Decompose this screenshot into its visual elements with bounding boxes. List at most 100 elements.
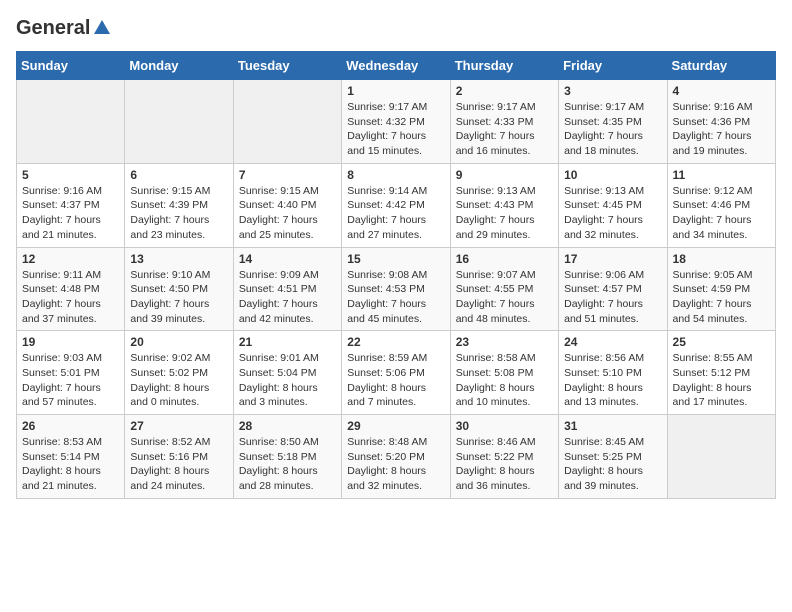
- calendar-cell: 16 Sunrise: 9:07 AM Sunset: 4:55 PM Dayli…: [450, 247, 558, 331]
- weekday-header-tuesday: Tuesday: [233, 52, 341, 80]
- day-number: 25: [673, 335, 770, 349]
- day-info: Sunrise: 9:17 AM Sunset: 4:32 PM Dayligh…: [347, 100, 444, 159]
- day-number: 29: [347, 419, 444, 433]
- day-info: Sunrise: 9:12 AM Sunset: 4:46 PM Dayligh…: [673, 184, 770, 243]
- day-info: Sunrise: 9:03 AM Sunset: 5:01 PM Dayligh…: [22, 351, 119, 410]
- day-info: Sunrise: 9:13 AM Sunset: 4:45 PM Dayligh…: [564, 184, 661, 243]
- calendar-cell: 7Sunrise: 9:15 AM Sunset: 4:40 PM Daylig…: [233, 163, 341, 247]
- calendar-cell: 4 Sunrise: 9:16 AM Sunset: 4:36 PM Daylig…: [667, 80, 775, 164]
- calendar-cell: 11 Sunrise: 9:12 AM Sunset: 4:46 PM Dayli…: [667, 163, 775, 247]
- day-number: 12: [22, 252, 119, 266]
- day-info: Sunrise: 9:01 AM Sunset: 5:04 PM Dayligh…: [239, 351, 336, 410]
- day-info: Sunrise: 9:17 AM Sunset: 4:35 PM Dayligh…: [564, 100, 661, 159]
- day-info: Sunrise: 9:14 AM Sunset: 4:42 PM Dayligh…: [347, 184, 444, 243]
- day-info: Sunrise: 9:05 AM Sunset: 4:59 PM Dayligh…: [673, 268, 770, 327]
- day-info: Sunrise: 8:58 AM Sunset: 5:08 PM Dayligh…: [456, 351, 553, 410]
- calendar-cell: 1 Sunrise: 9:17 AM Sunset: 4:32 PM Daylig…: [342, 80, 450, 164]
- calendar-cell: 14Sunrise: 9:09 AM Sunset: 4:51 PM Dayli…: [233, 247, 341, 331]
- calendar-cell: 22Sunrise: 8:59 AM Sunset: 5:06 PM Dayli…: [342, 331, 450, 415]
- calendar-cell: 29 Sunrise: 8:48 AM Sunset: 5:20 PM Dayli…: [342, 415, 450, 499]
- page-header: General: [16, 16, 776, 41]
- logo-triangle-icon: [93, 18, 111, 41]
- calendar-cell: 13Sunrise: 9:10 AM Sunset: 4:50 PM Dayli…: [125, 247, 233, 331]
- calendar-cell: 19 Sunrise: 9:03 AM Sunset: 5:01 PM Dayli…: [17, 331, 125, 415]
- day-number: 3: [564, 84, 661, 98]
- calendar-cell: 15Sunrise: 9:08 AM Sunset: 4:53 PM Dayli…: [342, 247, 450, 331]
- day-number: 16: [456, 252, 553, 266]
- day-info: Sunrise: 9:06 AM Sunset: 4:57 PM Dayligh…: [564, 268, 661, 327]
- weekday-header-wednesday: Wednesday: [342, 52, 450, 80]
- weekday-header-thursday: Thursday: [450, 52, 558, 80]
- logo-general: General: [16, 17, 90, 40]
- day-number: 2: [456, 84, 553, 98]
- day-number: 14: [239, 252, 336, 266]
- calendar-cell: 25 Sunrise: 8:55 AM Sunset: 5:12 PM Dayli…: [667, 331, 775, 415]
- calendar-table: SundayMondayTuesdayWednesdayThursdayFrid…: [16, 51, 776, 499]
- calendar-header-row: SundayMondayTuesdayWednesdayThursdayFrid…: [17, 52, 776, 80]
- calendar-cell: 18 Sunrise: 9:05 AM Sunset: 4:59 PM Dayli…: [667, 247, 775, 331]
- calendar-cell: 23 Sunrise: 8:58 AM Sunset: 5:08 PM Dayli…: [450, 331, 558, 415]
- day-number: 8: [347, 168, 444, 182]
- day-number: 15: [347, 252, 444, 266]
- calendar-cell: [125, 80, 233, 164]
- logo: General: [16, 16, 111, 41]
- day-info: Sunrise: 9:15 AM Sunset: 4:39 PM Dayligh…: [130, 184, 227, 243]
- day-number: 21: [239, 335, 336, 349]
- day-number: 5: [22, 168, 119, 182]
- calendar-cell: 26 Sunrise: 8:53 AM Sunset: 5:14 PM Dayli…: [17, 415, 125, 499]
- day-info: Sunrise: 9:07 AM Sunset: 4:55 PM Dayligh…: [456, 268, 553, 327]
- day-number: 10: [564, 168, 661, 182]
- calendar-week-row: 5 Sunrise: 9:16 AM Sunset: 4:37 PM Daylig…: [17, 163, 776, 247]
- calendar-cell: 28 Sunrise: 8:50 AM Sunset: 5:18 PM Dayli…: [233, 415, 341, 499]
- day-number: 26: [22, 419, 119, 433]
- day-info: Sunrise: 8:48 AM Sunset: 5:20 PM Dayligh…: [347, 435, 444, 494]
- day-number: 18: [673, 252, 770, 266]
- calendar-cell: 30 Sunrise: 8:46 AM Sunset: 5:22 PM Dayli…: [450, 415, 558, 499]
- calendar-cell: 8 Sunrise: 9:14 AM Sunset: 4:42 PM Daylig…: [342, 163, 450, 247]
- calendar-week-row: 19 Sunrise: 9:03 AM Sunset: 5:01 PM Dayli…: [17, 331, 776, 415]
- calendar-cell: 21 Sunrise: 9:01 AM Sunset: 5:04 PM Dayli…: [233, 331, 341, 415]
- day-number: 17: [564, 252, 661, 266]
- calendar-cell: [233, 80, 341, 164]
- calendar-cell: 10 Sunrise: 9:13 AM Sunset: 4:45 PM Dayli…: [559, 163, 667, 247]
- day-number: 30: [456, 419, 553, 433]
- day-number: 23: [456, 335, 553, 349]
- day-number: 31: [564, 419, 661, 433]
- day-number: 4: [673, 84, 770, 98]
- calendar-cell: 9Sunrise: 9:13 AM Sunset: 4:43 PM Daylig…: [450, 163, 558, 247]
- day-info: Sunrise: 9:16 AM Sunset: 4:36 PM Dayligh…: [673, 100, 770, 159]
- calendar-cell: 3 Sunrise: 9:17 AM Sunset: 4:35 PM Daylig…: [559, 80, 667, 164]
- weekday-header-monday: Monday: [125, 52, 233, 80]
- day-info: Sunrise: 9:13 AM Sunset: 4:43 PM Dayligh…: [456, 184, 553, 243]
- calendar-cell: [17, 80, 125, 164]
- day-info: Sunrise: 8:46 AM Sunset: 5:22 PM Dayligh…: [456, 435, 553, 494]
- day-info: Sunrise: 8:56 AM Sunset: 5:10 PM Dayligh…: [564, 351, 661, 410]
- day-number: 1: [347, 84, 444, 98]
- calendar-week-row: 26 Sunrise: 8:53 AM Sunset: 5:14 PM Dayli…: [17, 415, 776, 499]
- day-info: Sunrise: 8:53 AM Sunset: 5:14 PM Dayligh…: [22, 435, 119, 494]
- calendar-cell: 17 Sunrise: 9:06 AM Sunset: 4:57 PM Dayli…: [559, 247, 667, 331]
- calendar-cell: 6 Sunrise: 9:15 AM Sunset: 4:39 PM Daylig…: [125, 163, 233, 247]
- calendar-week-row: 12 Sunrise: 9:11 AM Sunset: 4:48 PM Dayli…: [17, 247, 776, 331]
- calendar-cell: 31Sunrise: 8:45 AM Sunset: 5:25 PM Dayli…: [559, 415, 667, 499]
- calendar-cell: 24Sunrise: 8:56 AM Sunset: 5:10 PM Dayli…: [559, 331, 667, 415]
- calendar-cell: 5 Sunrise: 9:16 AM Sunset: 4:37 PM Daylig…: [17, 163, 125, 247]
- day-number: 13: [130, 252, 227, 266]
- day-info: Sunrise: 9:15 AM Sunset: 4:40 PM Dayligh…: [239, 184, 336, 243]
- day-number: 6: [130, 168, 227, 182]
- weekday-header-sunday: Sunday: [17, 52, 125, 80]
- day-info: Sunrise: 9:16 AM Sunset: 4:37 PM Dayligh…: [22, 184, 119, 243]
- calendar-cell: 12 Sunrise: 9:11 AM Sunset: 4:48 PM Dayli…: [17, 247, 125, 331]
- day-number: 28: [239, 419, 336, 433]
- calendar-cell: 27 Sunrise: 8:52 AM Sunset: 5:16 PM Dayli…: [125, 415, 233, 499]
- day-info: Sunrise: 8:52 AM Sunset: 5:16 PM Dayligh…: [130, 435, 227, 494]
- day-info: Sunrise: 8:50 AM Sunset: 5:18 PM Dayligh…: [239, 435, 336, 494]
- day-info: Sunrise: 9:11 AM Sunset: 4:48 PM Dayligh…: [22, 268, 119, 327]
- day-number: 27: [130, 419, 227, 433]
- day-number: 19: [22, 335, 119, 349]
- day-number: 20: [130, 335, 227, 349]
- day-info: Sunrise: 9:02 AM Sunset: 5:02 PM Dayligh…: [130, 351, 227, 410]
- day-number: 11: [673, 168, 770, 182]
- day-number: 22: [347, 335, 444, 349]
- day-info: Sunrise: 8:55 AM Sunset: 5:12 PM Dayligh…: [673, 351, 770, 410]
